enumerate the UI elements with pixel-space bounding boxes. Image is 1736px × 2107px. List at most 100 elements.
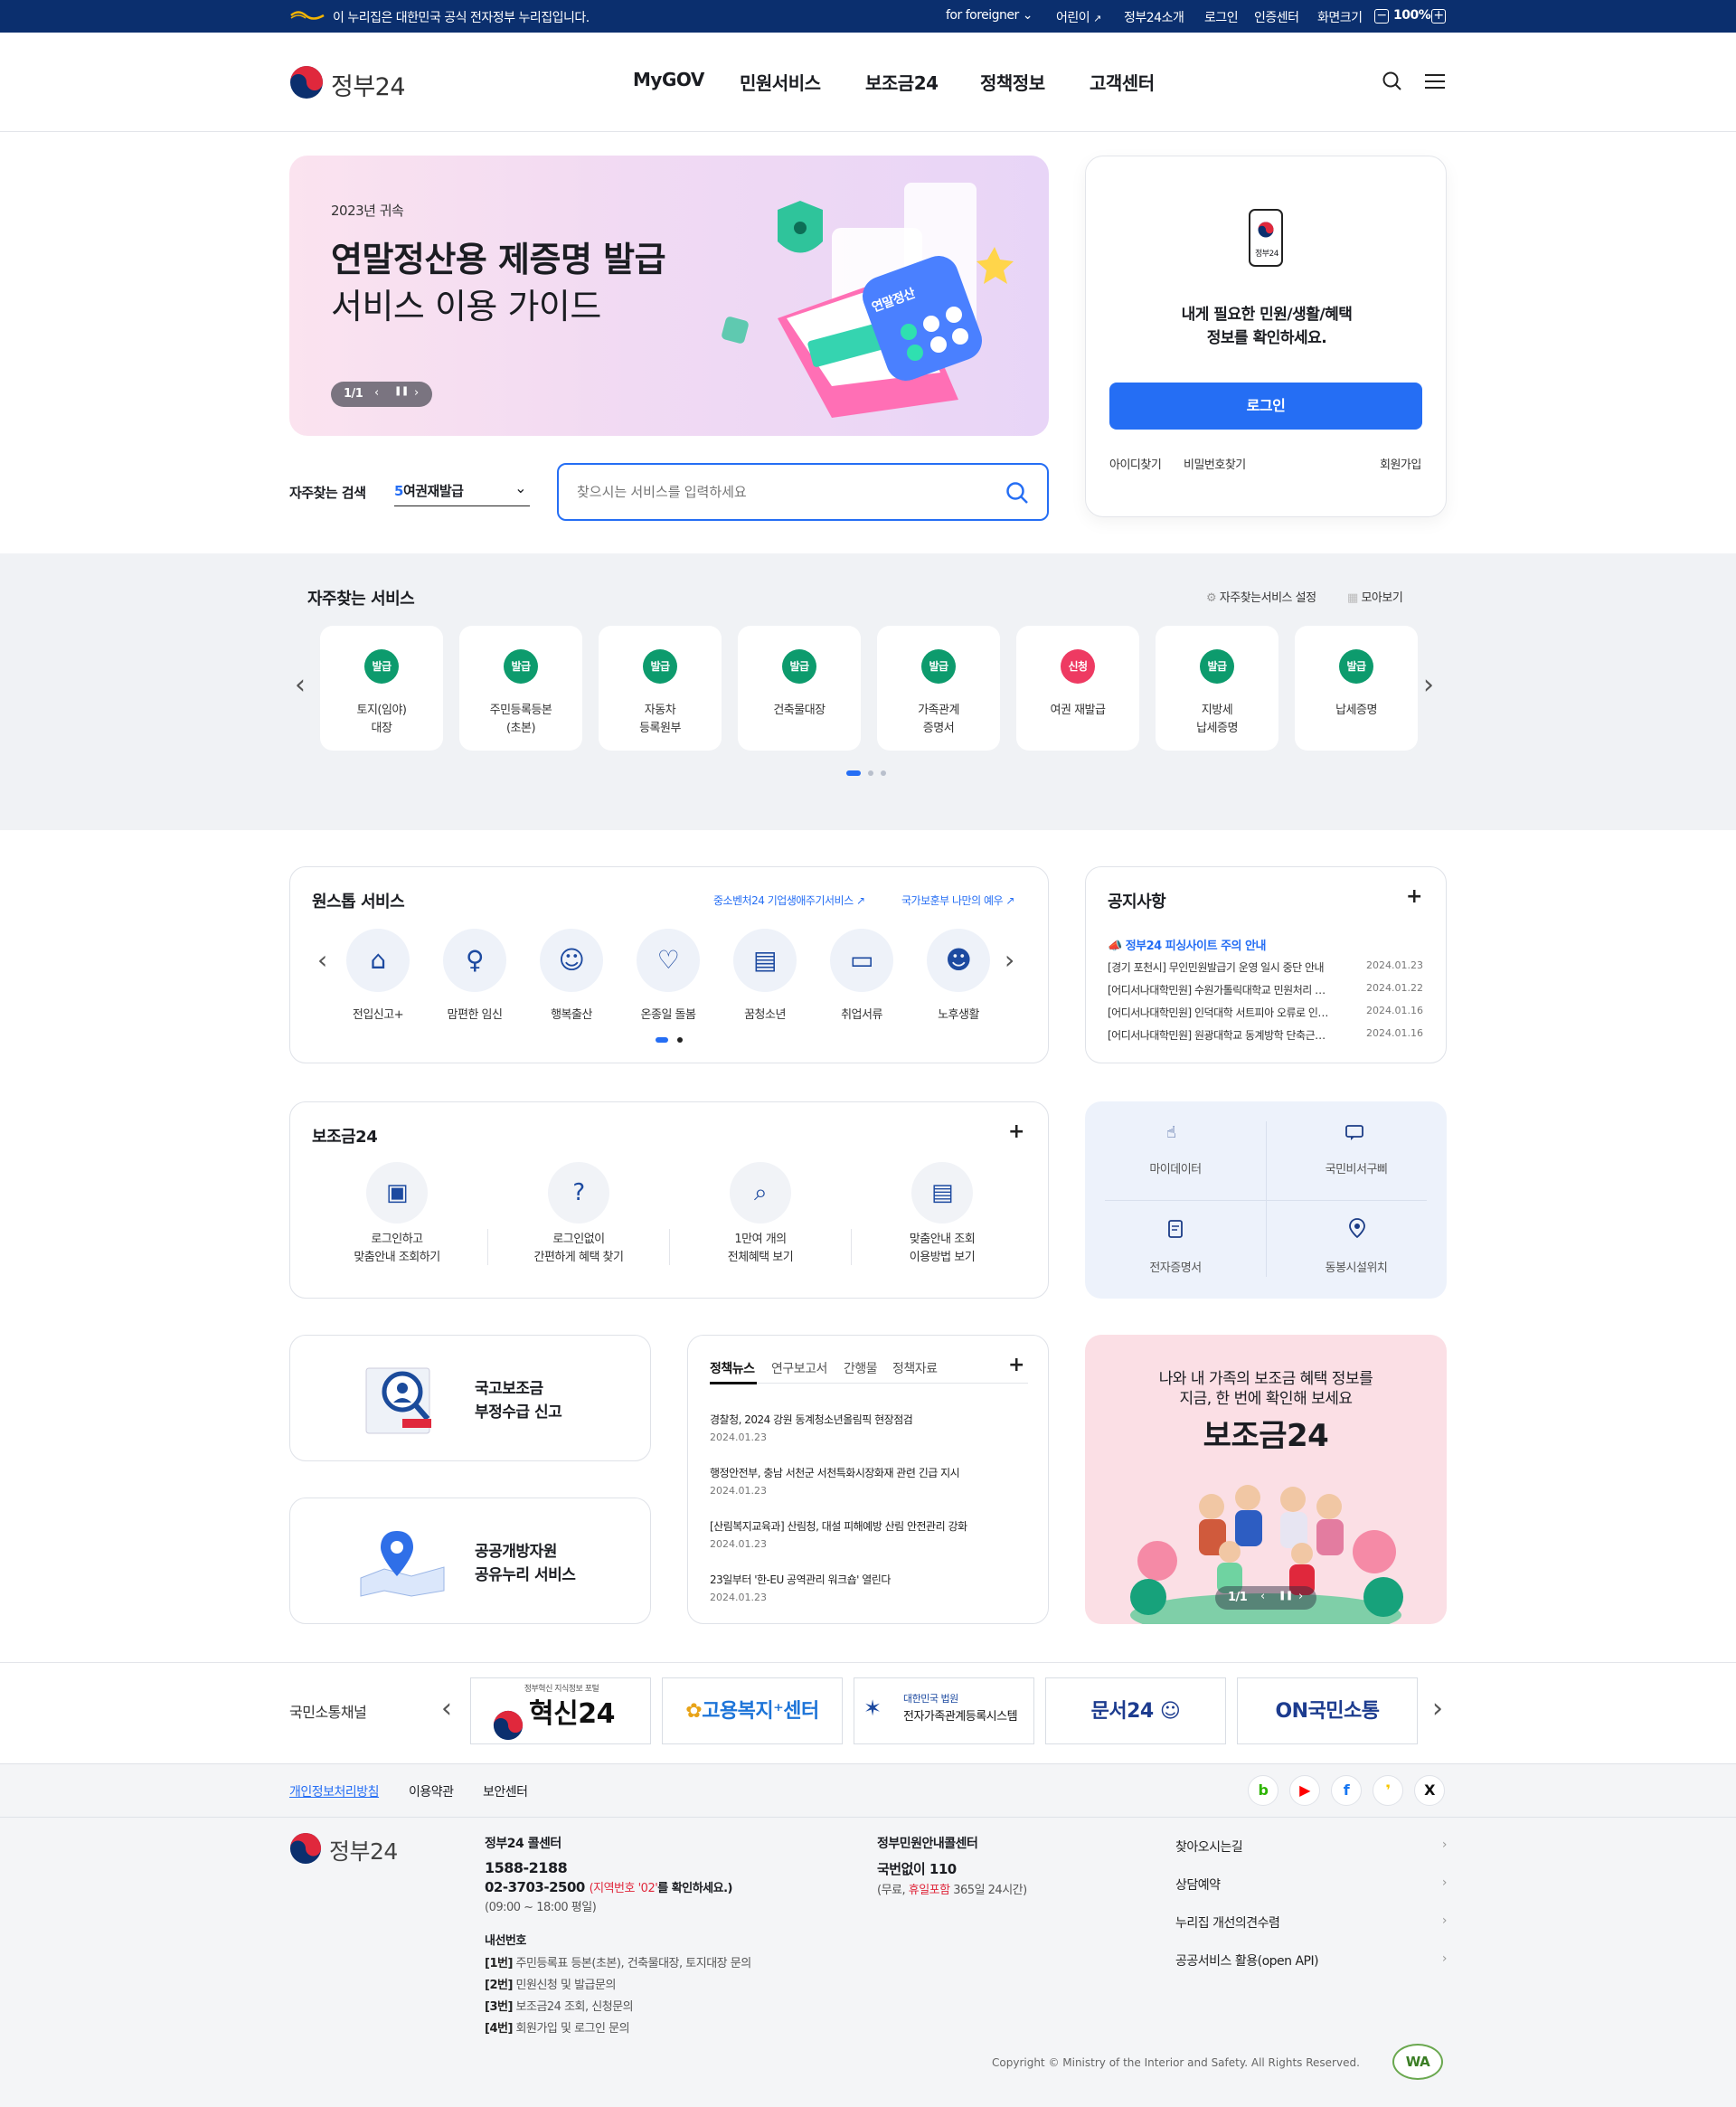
news-item[interactable]: 23일부터 '한-EU 공역관리 워크숍' 열린다 [710,1572,1028,1587]
about-link[interactable]: 정부24소개 [1124,8,1184,26]
pause-button[interactable]: ❚❚ [394,386,409,396]
onestop-item-7[interactable]: ☻ [927,929,990,992]
frequent-service-card[interactable]: 발급 납세증명 [1295,626,1418,751]
carousel-dot-active[interactable] [656,1037,668,1043]
subsidy-item-3[interactable]: ⌕ [730,1162,791,1224]
search-input[interactable] [577,479,975,505]
nav-policy[interactable]: 정책정보 [980,69,1045,95]
carousel-dot[interactable] [677,1037,683,1043]
channel-family-registry[interactable]: ✶ 대한민국 법원 전자가족관계등록시스템 [854,1677,1034,1744]
youtube-icon[interactable]: ▶ [1289,1775,1320,1806]
news-more-button[interactable]: + [1008,1354,1024,1376]
frequent-service-card[interactable]: 발급 지방세 납세증명 [1156,626,1278,751]
onestop-item-1[interactable]: ⌂ [346,929,410,992]
prev-slide-button[interactable]: ‹ [1260,1590,1265,1603]
channel-document24[interactable]: 문서24 ☺ [1045,1677,1226,1744]
nav-civil-service[interactable]: 민원서비스 [740,69,821,95]
signup-link[interactable]: 회원가입 [1380,455,1421,472]
subsidy-fraud-report-card[interactable]: 국고보조금 부정수급 신고 [289,1335,651,1461]
tab-policy-data[interactable]: 정책자료 [892,1359,938,1377]
zoom-in-button[interactable]: + [1431,9,1446,24]
veterans-link[interactable]: 국가보훈부 나만의 예우 ↗ [901,893,1014,908]
next-arrow-icon[interactable]: › [1005,945,1014,975]
onestop-item-3[interactable]: ☺ [540,929,603,992]
next-slide-button[interactable]: › [414,386,419,400]
kids-link[interactable]: 어린이 ↗ [1056,8,1101,26]
find-password-link[interactable]: 비밀번호찾기 [1184,455,1246,472]
facility-location-link[interactable]: 동봉시설위치 [1266,1200,1447,1299]
nav-mygov[interactable]: MyGOV [633,69,704,90]
for-foreigner-link[interactable]: for foreigner ⌄ [946,8,1033,23]
prev-arrow-icon[interactable]: ‹ [441,1693,452,1724]
carousel-dot-active[interactable] [846,770,861,776]
onestop-item-2[interactable]: ♀ [443,929,506,992]
topbar-login-link[interactable]: 로그인 [1204,8,1239,26]
frequent-service-card[interactable]: 발급 토지(임야) 대장 [320,626,443,751]
notice-item[interactable]: [어디서나대학민원] 원광대학교 동계방학 단축근… [1108,1027,1364,1043]
prev-arrow-icon[interactable]: ‹ [317,945,327,975]
carousel-dot[interactable] [881,770,886,776]
frequent-service-card[interactable]: 신청 여권 재발급 [1016,626,1139,751]
nav-customer-center[interactable]: 고객센터 [1090,69,1155,95]
news-item[interactable]: [산림복지교육과] 산림청, 대설 피해예방 산림 안전관리 강화 [710,1518,1028,1534]
login-button[interactable]: 로그인 [1109,383,1422,430]
nav-subsidy[interactable]: 보조금24 [865,69,939,95]
subsidy-item-4[interactable]: ▤ [911,1162,973,1224]
hero-banner[interactable]: 2023년 귀속 연말정산용 제증명 발급 서비스 이용 가이드 1/1 ‹ ❚… [289,156,1049,436]
search-submit-icon[interactable] [1005,481,1029,508]
frequent-service-card[interactable]: 발급 주민등록등본 (초본) [459,626,582,751]
tab-research[interactable]: 연구보고서 [771,1359,827,1377]
channel-on-communication[interactable]: ON국민소통 [1237,1677,1418,1744]
view-all-link[interactable]: ▦ 모아보기 [1347,588,1403,605]
subsidy-more-button[interactable]: + [1008,1120,1024,1143]
news-item[interactable]: 행정안전부, 충남 서천군 서천특화시장화재 관련 긴급 지시 [710,1465,1028,1480]
frequent-setting-link[interactable]: ⚙ 자주찾는서비스 설정 [1206,588,1316,605]
onestop-item-4[interactable]: ♡ [637,929,700,992]
tab-publication[interactable]: 간행물 [844,1359,878,1377]
cert-center-link[interactable]: 인증센터 [1254,8,1299,26]
notice-item[interactable]: [어디서나대학민원] 인덕대학 서트피아 오류로 인… [1108,1005,1364,1020]
frequent-service-card[interactable]: 발급 건축물대장 [738,626,861,751]
mydata-link[interactable]: ☝ 마이데이터 [1085,1101,1266,1200]
kakao-icon[interactable]: ❜ [1373,1775,1403,1806]
onestop-item-5[interactable]: ▤ [733,929,797,992]
menu-icon[interactable] [1425,72,1445,94]
blog-icon[interactable]: b [1248,1775,1278,1806]
frequent-service-card[interactable]: 발급 자동차 등록원부 [599,626,722,751]
open-data-card[interactable]: 공공개방자원 공유누리 서비스 [289,1498,651,1624]
channel-hyeoksin24[interactable]: 정부혁신 지식정보 포털 혁신24 [470,1677,651,1744]
news-item[interactable]: 경찰청, 2024 강원 동계청소년올림픽 현장점검 [710,1412,1028,1427]
find-id-link[interactable]: 아이디찾기 [1109,455,1162,472]
pause-button[interactable]: ❚❚ [1278,1591,1293,1601]
footer-nav-link[interactable]: 누리집 개선의견수렴 › [1175,1913,1448,1932]
next-slide-button[interactable]: › [1298,1590,1303,1603]
prev-arrow-icon[interactable]: ‹ [295,669,306,701]
footer-nav-link[interactable]: 공공서비스 활용(open API) › [1175,1951,1448,1970]
carousel-dot[interactable] [868,770,873,776]
footer-nav-link[interactable]: 상담예약 › [1175,1876,1448,1894]
search-icon[interactable] [1382,71,1403,96]
prev-slide-button[interactable]: ‹ [374,386,379,400]
tab-policy-news[interactable]: 정책뉴스 [710,1359,755,1377]
next-arrow-icon[interactable]: › [1432,1693,1443,1724]
subsidy-promo-banner[interactable]: 나와 내 가족의 보조금 혜택 정보를 지금, 한 번에 확인해 보세요 보조금… [1085,1335,1447,1624]
notice-item[interactable]: [경기 포천시] 무인민원발급기 운영 일시 중단 안내 [1108,959,1364,975]
subsidy-item-1[interactable]: ▣ [366,1162,428,1224]
privacy-policy-link[interactable]: 개인정보처리방침 [289,1782,380,1800]
notice-more-button[interactable]: + [1406,885,1422,908]
security-center-link[interactable]: 보안센터 [483,1782,528,1800]
footer-nav-link[interactable]: 찾아오시는길 › [1175,1838,1448,1856]
terms-link[interactable]: 이용약관 [409,1782,454,1800]
subsidy-item-2[interactable]: ? [548,1162,609,1224]
notice-headline[interactable]: 📣 정부24 피싱사이트 주의 안내 [1108,936,1266,953]
facebook-icon[interactable]: f [1331,1775,1362,1806]
zoom-out-button[interactable]: − [1374,9,1389,24]
sme-link[interactable]: 중소벤처24 기업생애주기서비스 ↗ [713,893,865,908]
frequent-service-card[interactable]: 발급 가족관계 증명서 [877,626,1000,751]
onestop-item-6[interactable]: ▭ [830,929,893,992]
x-icon[interactable]: X [1414,1775,1445,1806]
e-certificate-link[interactable]: 전자증명서 [1085,1200,1266,1299]
gubbi-link[interactable]: 국민비서구삐 [1266,1101,1447,1200]
popular-keyword-rolling[interactable]: 5여권재발급 ⌄ [394,479,530,506]
channel-employment-welfare[interactable]: ✿고용복지⁺센터 [662,1677,843,1744]
